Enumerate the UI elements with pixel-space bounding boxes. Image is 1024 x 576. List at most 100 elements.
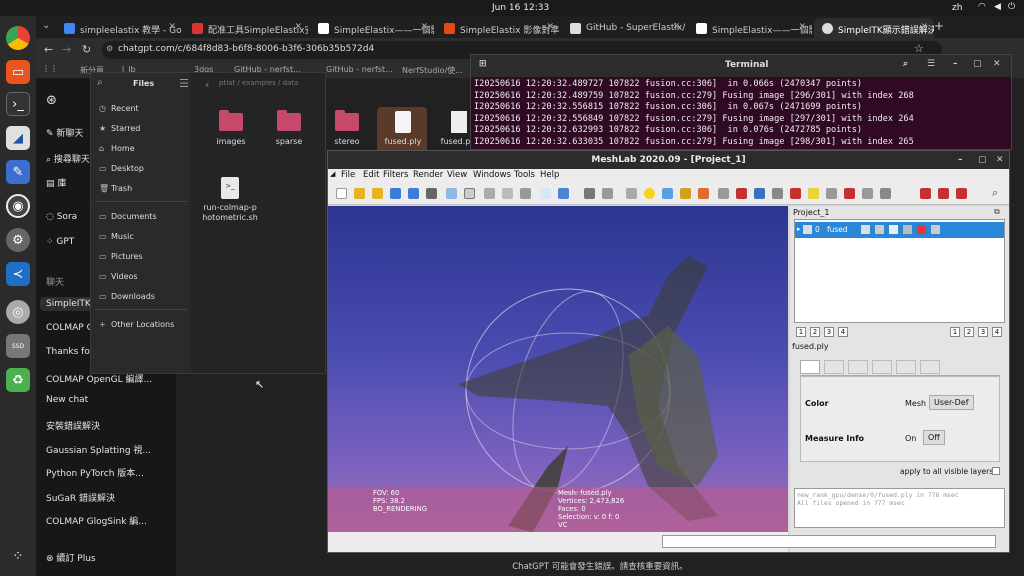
script-file-icon[interactable]: >_ bbox=[221, 177, 239, 199]
terminal-newtab-icon[interactable]: ⊞ bbox=[479, 59, 487, 69]
close-icon[interactable]: ✕ bbox=[996, 155, 1004, 165]
chrome-icon[interactable] bbox=[6, 26, 30, 50]
brush-icon[interactable] bbox=[680, 188, 691, 199]
texture-render-icon[interactable] bbox=[540, 188, 551, 199]
texture-icon[interactable] bbox=[889, 225, 898, 234]
maximize-icon[interactable]: ▢ bbox=[978, 155, 987, 165]
select-color-icon[interactable] bbox=[790, 188, 801, 199]
eye-icon[interactable] bbox=[803, 225, 812, 234]
panel-float-icon[interactable]: ⧉ bbox=[994, 207, 1000, 217]
light-icon[interactable] bbox=[558, 188, 569, 199]
bbox-render-icon[interactable] bbox=[446, 188, 457, 199]
menu-windows[interactable]: Windows bbox=[473, 170, 511, 180]
flat-render-icon[interactable] bbox=[502, 188, 513, 199]
log-window[interactable]: new_rank_gpu/dense/0/fused.ply in 776 ms… bbox=[794, 488, 1005, 528]
expand-arrow-icon[interactable]: ▸ bbox=[797, 225, 801, 233]
tab-5[interactable]: SimpleElastix——一個影 ✕ bbox=[688, 18, 812, 38]
chat-item-5[interactable]: 安裝錯誤解決 bbox=[46, 419, 100, 432]
layer-icon[interactable] bbox=[584, 188, 595, 199]
files-sidebar-pictures[interactable]: ▭ Pictures bbox=[99, 252, 143, 261]
menu-tools[interactable]: Tools bbox=[514, 170, 535, 180]
layer-view-3[interactable]: 3 bbox=[824, 327, 834, 337]
annotation-icon[interactable] bbox=[644, 188, 655, 199]
pick-points-icon[interactable] bbox=[662, 188, 673, 199]
folder-sparse-icon[interactable] bbox=[277, 110, 301, 131]
terminal-menu-icon[interactable]: ☰ bbox=[927, 59, 935, 69]
isoparam-icon[interactable] bbox=[880, 188, 891, 199]
tab-6-active[interactable]: SimpleITK顯示錯誤解決 ✕ bbox=[814, 18, 934, 38]
layer-view-4[interactable]: 4 bbox=[838, 327, 848, 337]
select-connected-icon[interactable] bbox=[772, 188, 783, 199]
ply-file-icon[interactable] bbox=[395, 111, 411, 133]
text-editor-icon[interactable]: ✎ bbox=[6, 160, 30, 184]
files-sidebar-documents[interactable]: ▭ Documents bbox=[99, 212, 157, 221]
library-item[interactable]: ▤ 庫 bbox=[46, 176, 66, 189]
forward-icon[interactable]: → bbox=[62, 43, 71, 56]
chatgpt-logo-icon[interactable]: ⊛ bbox=[46, 93, 57, 108]
paint-icon[interactable] bbox=[698, 188, 709, 199]
minimize-icon[interactable]: – bbox=[958, 155, 963, 165]
crumb-1[interactable]: examples bbox=[242, 79, 276, 87]
files-sidebar-home[interactable]: ⌂ Home bbox=[99, 144, 135, 153]
3d-viewport[interactable]: FOV: 60 FPS: 38.2 BO_RENDERING Mesh: fus… bbox=[328, 206, 788, 532]
bookmark-5[interactable]: NerfStudio/使... bbox=[402, 65, 463, 76]
measure-icon[interactable] bbox=[626, 188, 637, 199]
files-app-icon[interactable]: ▭ bbox=[6, 60, 30, 84]
tab-2[interactable]: SimpleElastix——一個影 ✕ bbox=[310, 18, 434, 38]
raster-icon[interactable] bbox=[862, 188, 873, 199]
menu-edit[interactable]: Edit bbox=[363, 170, 379, 180]
tab-texture-icon[interactable] bbox=[920, 360, 940, 374]
search-icon[interactable]: ⌕ bbox=[992, 186, 998, 200]
tab-search-icon[interactable]: ⌄ bbox=[42, 20, 50, 31]
reload-mesh-icon[interactable] bbox=[390, 188, 401, 199]
power-icon[interactable]: ⏻ bbox=[1008, 2, 1015, 12]
settings-icon[interactable]: ⚙ bbox=[6, 228, 30, 252]
raster-view-1[interactable]: 1 bbox=[950, 327, 960, 337]
files-sidebar-downloads[interactable]: ▭ Downloads bbox=[99, 292, 155, 301]
trackball-icon[interactable] bbox=[602, 188, 613, 199]
manipulator-icon[interactable] bbox=[718, 188, 729, 199]
clock[interactable]: Jun 16 12:33 bbox=[492, 3, 549, 13]
search-chat-item[interactable]: ⌕ 搜尋聊天 bbox=[46, 152, 90, 165]
site-info-icon[interactable]: ⚙ bbox=[106, 44, 113, 53]
input-method[interactable]: zh bbox=[952, 3, 962, 13]
minimize-icon[interactable]: – bbox=[953, 59, 958, 69]
files-sidebar-other-locations[interactable]: + Other Locations bbox=[99, 320, 174, 329]
files-sidebar-desktop[interactable]: ▭ Desktop bbox=[99, 164, 144, 173]
tab-flat-icon[interactable] bbox=[872, 360, 892, 374]
layer-view-1[interactable]: 1 bbox=[796, 327, 806, 337]
raster-view-4[interactable]: 4 bbox=[992, 327, 1002, 337]
folder-images-icon[interactable] bbox=[219, 110, 243, 131]
align-icon[interactable] bbox=[826, 188, 837, 199]
chat-item-4[interactable]: New chat bbox=[46, 395, 88, 405]
vscode-icon[interactable]: ≺ bbox=[6, 262, 30, 286]
select-faces-icon[interactable] bbox=[736, 188, 747, 199]
files-sidebar-videos[interactable]: ▭ Videos bbox=[99, 272, 138, 281]
bookmark-4[interactable]: GitHub - nerfst... bbox=[326, 65, 393, 74]
chat-item-7[interactable]: Python PyTorch 版本... bbox=[46, 466, 144, 479]
snapshot-icon[interactable] bbox=[426, 188, 437, 199]
save-icon[interactable] bbox=[408, 188, 419, 199]
crumb-0[interactable]: ptlat bbox=[219, 79, 235, 87]
eog-icon[interactable]: ◉ bbox=[6, 194, 30, 218]
menu-view[interactable]: View bbox=[447, 170, 467, 180]
tab-0[interactable]: simpleelastix 教學 - Goo ✕ bbox=[56, 18, 182, 38]
files-back-icon[interactable]: ‹ bbox=[205, 78, 209, 91]
wire-icon[interactable] bbox=[875, 225, 884, 234]
apps-grid-icon[interactable]: ⋮⋮ bbox=[42, 64, 58, 73]
chat-item-1[interactable]: COLMAP G bbox=[46, 323, 94, 333]
tab-points-icon[interactable] bbox=[824, 360, 844, 374]
maximize-icon[interactable]: ▢ bbox=[973, 59, 982, 69]
smooth-render-icon[interactable] bbox=[520, 188, 531, 199]
files-sidebar-starred[interactable]: ★ Starred bbox=[99, 124, 140, 133]
show-apps-icon[interactable]: ⁘ bbox=[6, 544, 30, 568]
tab-3[interactable]: SimpleElastix 影像對準 ✕ bbox=[436, 18, 560, 38]
files-sidebar-trash[interactable]: 🗑 Trash bbox=[99, 184, 132, 193]
volume-icon[interactable]: ◀ bbox=[994, 2, 1001, 12]
terminal-icon[interactable]: ›_ bbox=[6, 92, 30, 116]
wire-render-icon[interactable] bbox=[484, 188, 495, 199]
layer-row-fused[interactable]: ▸ 0 fused bbox=[795, 222, 1004, 238]
menu-render[interactable]: Render bbox=[413, 170, 443, 180]
upgrade-plus-item[interactable]: ⊗ 續訂 Plus bbox=[46, 551, 96, 564]
raster-view-3[interactable]: 3 bbox=[978, 327, 988, 337]
